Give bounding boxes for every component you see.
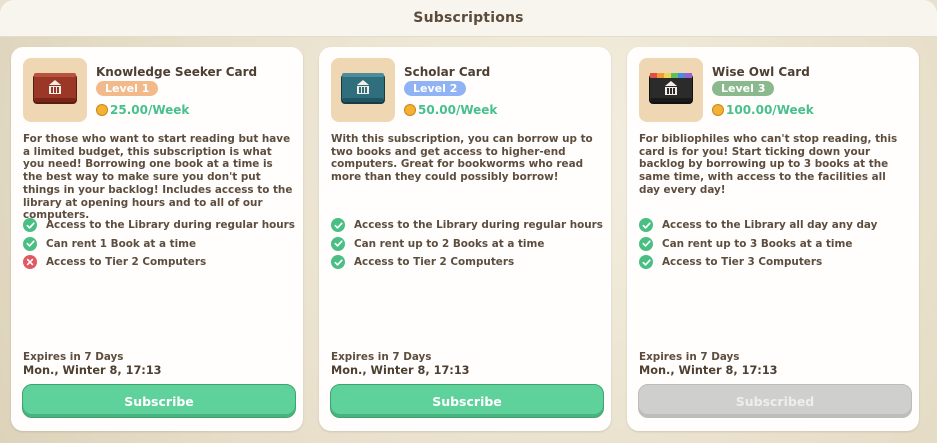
feature-item: Access to the Library during regular hou… (331, 216, 606, 235)
feature-item: Access to Tier 3 Computers (639, 253, 914, 272)
card-title: Knowledge Seeker Card (96, 65, 258, 79)
price: 25.00/Week (96, 103, 189, 117)
subscription-card-scholar: Scholar Card Level 2 50.00/Week With thi… (319, 47, 611, 431)
card-title: Wise Owl Card (712, 65, 810, 79)
feature-label: Access to Tier 3 Computers (662, 256, 823, 269)
feature-item: Access to the Library during regular hou… (23, 216, 298, 235)
price: 50.00/Week (404, 103, 497, 117)
feature-label: Access to the Library during regular hou… (354, 219, 603, 232)
expires-date: Mon., Winter 8, 17:13 (331, 364, 470, 377)
check-icon (639, 255, 653, 270)
level-badge: Level 1 (96, 81, 159, 96)
coin-icon (404, 104, 416, 116)
book-rainbow-icon (649, 73, 693, 104)
subscribe-button[interactable]: Subscribe (22, 384, 296, 418)
expires-date: Mon., Winter 8, 17:13 (639, 364, 778, 377)
check-icon (639, 218, 653, 233)
feature-item: Access to the Library all day any day (639, 216, 914, 235)
coin-icon (712, 104, 724, 116)
feature-item: Access to Tier 2 Computers (23, 253, 298, 272)
feature-label: Access to the Library all day any day (662, 219, 878, 232)
feature-item: Access to Tier 2 Computers (331, 253, 606, 272)
expires-date: Mon., Winter 8, 17:13 (23, 364, 162, 377)
check-icon (639, 236, 653, 251)
subscriptions-panel: Subscriptions Knowledge Seeker Card Leve… (0, 0, 937, 443)
level-badge: Level 2 (404, 81, 467, 96)
cross-icon (23, 255, 37, 270)
feature-label: Can rent up to 3 Books at a time (662, 237, 853, 250)
card-description: For those who want to start reading but … (23, 133, 293, 222)
feature-label: Access to the Library during regular hou… (46, 219, 295, 232)
card-thumbnail (331, 58, 395, 122)
expires-label: Expires in 7 Days (331, 351, 432, 363)
price-label: 50.00/Week (418, 103, 498, 117)
card-thumbnail (639, 58, 703, 122)
coin-icon (96, 104, 108, 116)
feature-item: Can rent up to 2 Books at a time (331, 235, 606, 254)
feature-item: Can rent 1 Book at a time (23, 235, 298, 254)
card-description: With this subscription, you can borrow u… (331, 133, 593, 184)
feature-label: Access to Tier 2 Computers (354, 256, 515, 269)
feature-list: Access to the Library during regular hou… (331, 216, 606, 272)
feature-item: Can rent up to 3 Books at a time (639, 235, 914, 254)
check-icon (331, 255, 345, 270)
feature-label: Can rent 1 Book at a time (46, 237, 197, 250)
feature-label: Can rent up to 2 Books at a time (354, 237, 545, 250)
feature-list: Access to the Library during regular hou… (23, 216, 298, 272)
card-title: Scholar Card (404, 65, 491, 79)
price-label: 25.00/Week (110, 103, 190, 117)
price: 100.00/Week (712, 103, 814, 117)
check-icon (331, 236, 345, 251)
feature-label: Access to Tier 2 Computers (46, 256, 207, 269)
feature-list: Access to the Library all day any day Ca… (639, 216, 914, 272)
card-description: For bibliophiles who can't stop reading,… (639, 133, 898, 196)
price-label: 100.00/Week (726, 103, 814, 117)
book-red-icon (33, 73, 77, 104)
book-teal-icon (341, 73, 385, 104)
subscription-card-wise-owl: Wise Owl Card Level 3 100.00/Week For bi… (627, 47, 919, 431)
subscribed-button[interactable]: Subscribed (638, 384, 912, 418)
subscription-card-knowledge-seeker: Knowledge Seeker Card Level 1 25.00/Week… (11, 47, 303, 431)
panel-header: Subscriptions (0, 0, 937, 37)
check-icon (331, 218, 345, 233)
check-icon (23, 218, 37, 233)
check-icon (23, 236, 37, 251)
expires-label: Expires in 7 Days (23, 351, 124, 363)
level-badge: Level 3 (712, 81, 775, 96)
expires-label: Expires in 7 Days (639, 351, 740, 363)
panel-title: Subscriptions (413, 10, 524, 26)
card-thumbnail (23, 58, 87, 122)
subscribe-button[interactable]: Subscribe (330, 384, 604, 418)
